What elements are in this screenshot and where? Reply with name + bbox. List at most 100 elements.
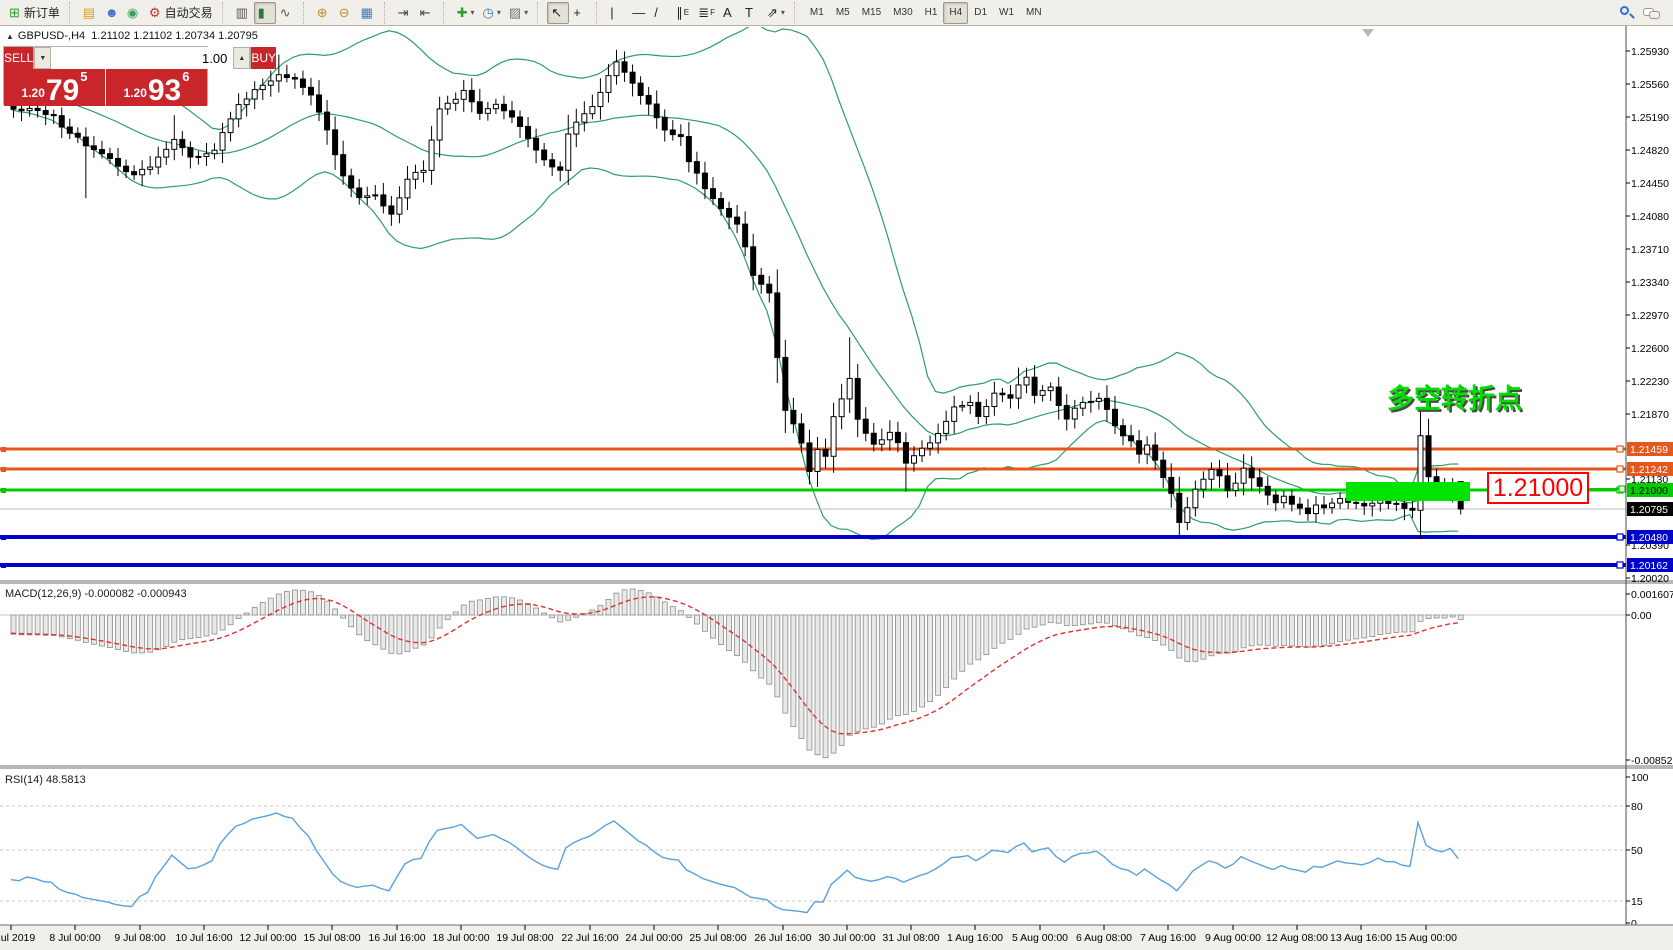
tile-windows-button[interactable]: ▦ xyxy=(357,2,379,24)
price-axis-label: 1.25930 xyxy=(1631,46,1669,58)
line-right-anchor[interactable] xyxy=(1617,534,1623,540)
buy-button[interactable]: BUY xyxy=(251,47,276,69)
volume-decrease-button[interactable]: ▼ xyxy=(34,47,51,69)
equidistant-channel-button[interactable]: ∥E xyxy=(672,2,694,24)
chart-shift-button[interactable]: ⇤ xyxy=(416,2,438,24)
line-left-anchor[interactable] xyxy=(1,447,6,452)
candle-body xyxy=(1338,499,1343,504)
timeframe-w1-button[interactable]: W1 xyxy=(993,2,1020,24)
candle-body xyxy=(156,157,161,167)
volume-increase-button[interactable]: ▲ xyxy=(233,47,250,69)
community-chat-button[interactable] xyxy=(1639,2,1665,24)
dropdown-caret-icon[interactable]: ▾ xyxy=(497,8,501,17)
vertical-line-button[interactable]: | xyxy=(606,2,628,24)
signals-button[interactable]: ◉ xyxy=(123,2,145,24)
label-anchor[interactable] xyxy=(1619,486,1625,492)
auto-scroll-button[interactable]: ⇥ xyxy=(394,2,416,24)
timeframe-m15-button[interactable]: M15 xyxy=(856,2,887,24)
timeframe-mn-button[interactable]: MN xyxy=(1020,2,1048,24)
candle-body xyxy=(493,104,498,108)
sell-price-panel[interactable]: 1.20 79 5 xyxy=(4,69,105,106)
sell-button[interactable]: SELL xyxy=(4,47,33,69)
candle-body xyxy=(542,150,547,160)
icon-subscript: E xyxy=(684,8,689,17)
dropdown-caret-icon[interactable]: ▾ xyxy=(471,8,475,17)
timeframe-h4-button[interactable]: H4 xyxy=(943,2,968,24)
volume-input[interactable] xyxy=(51,47,233,69)
candle-body xyxy=(1330,503,1335,508)
candle-body xyxy=(606,76,611,93)
buy-price-panel[interactable]: 1.20 93 6 xyxy=(106,69,207,106)
macd-histogram-bar xyxy=(1169,615,1174,650)
line-right-anchor[interactable] xyxy=(1617,562,1623,568)
price-axis-label: 1.21870 xyxy=(1631,409,1669,421)
timeframe-m30-button[interactable]: M30 xyxy=(887,2,918,24)
trendline-button[interactable]: / xyxy=(650,2,672,24)
macd-histogram-bar xyxy=(1322,615,1327,645)
templates-button[interactable]: ▨▾ xyxy=(505,2,532,24)
annotation-text-object[interactable]: 多空转折点 xyxy=(1387,383,1522,414)
dropdown-caret-icon[interactable]: ▾ xyxy=(524,8,528,17)
text-label-button[interactable]: T xyxy=(741,2,763,24)
macd-histogram-bar xyxy=(445,615,450,619)
search-button[interactable] xyxy=(1615,2,1639,24)
candle-body xyxy=(654,104,659,118)
macd-histogram-bar xyxy=(1370,615,1375,637)
line-left-anchor[interactable] xyxy=(1,563,6,568)
cursor-button[interactable]: ↖ xyxy=(547,2,569,24)
line-left-anchor[interactable] xyxy=(1,488,6,493)
horizontal-line-button[interactable]: — xyxy=(628,2,650,24)
candle-body xyxy=(75,133,80,137)
collapse-triangle-icon[interactable]: ▲ xyxy=(6,32,14,41)
macd-histogram-bar xyxy=(598,605,603,615)
current-price-badge-text: 1.20795 xyxy=(1630,504,1668,516)
periods-button[interactable]: ◷▾ xyxy=(479,2,505,24)
candle-body xyxy=(1265,486,1270,495)
line-right-anchor[interactable] xyxy=(1617,466,1623,472)
market-watch-button[interactable]: ▤ xyxy=(79,2,101,24)
macd-histogram-bar xyxy=(534,608,539,615)
zoom-out-button[interactable]: ⊖ xyxy=(335,2,357,24)
sell-price-prefix: 1.20 xyxy=(22,86,45,100)
candle-body xyxy=(268,81,273,85)
timeframe-m1-button[interactable]: M1 xyxy=(804,2,830,24)
macd-histogram-bar xyxy=(1096,615,1101,623)
candle-body xyxy=(1225,476,1230,491)
candle-body xyxy=(260,85,265,89)
candle-body xyxy=(895,432,900,442)
bar-chart-button[interactable]: ▥ xyxy=(232,2,254,24)
price-axis-label: 1.24450 xyxy=(1631,178,1669,190)
time-axis-label: 7 Aug 16:00 xyxy=(1140,932,1196,944)
fibonacci-button[interactable]: ≣F xyxy=(694,2,719,24)
candlestick-chart-button[interactable]: ▮ xyxy=(254,2,276,24)
line-right-anchor[interactable] xyxy=(1617,446,1623,452)
line-left-anchor[interactable] xyxy=(1,467,6,472)
line-chart-button[interactable]: ∿ xyxy=(276,2,298,24)
arrows-button[interactable]: ⇗▾ xyxy=(763,2,789,24)
candle-body xyxy=(686,137,691,162)
crosshair-button[interactable]: + xyxy=(569,2,591,24)
macd-histogram-bar xyxy=(630,589,635,615)
zoom-in-button[interactable]: ⊕ xyxy=(313,2,335,24)
line-left-anchor[interactable] xyxy=(1,535,6,540)
timeframe-h1-button[interactable]: H1 xyxy=(919,2,944,24)
macd-histogram-bar xyxy=(389,615,394,653)
text-button[interactable]: A xyxy=(719,2,741,24)
navigator-button[interactable]: ☻ xyxy=(101,2,123,24)
candle-body xyxy=(1169,477,1174,493)
toolbar-separator xyxy=(443,2,448,24)
timeframe-m5-button[interactable]: M5 xyxy=(830,2,856,24)
chart-canvas[interactable]: 多空转折点多空转折点1.210001.259301.255601.251901.… xyxy=(0,0,1673,950)
new-order-button[interactable]: ⊞新订单 xyxy=(5,2,64,24)
timeframe-d1-button[interactable]: D1 xyxy=(968,2,993,24)
indicators-button[interactable]: ✚▾ xyxy=(453,2,479,24)
autotrading-button[interactable]: ⚙自动交易 xyxy=(145,2,217,24)
macd-histogram-bar xyxy=(863,615,868,729)
candle-body xyxy=(807,443,812,471)
macd-histogram-bar xyxy=(1080,615,1085,625)
highlight-rectangle-object[interactable] xyxy=(1346,482,1470,501)
price-axis-label: 1.24820 xyxy=(1631,145,1669,157)
macd-histogram-bar xyxy=(1418,615,1423,621)
dropdown-caret-icon[interactable]: ▾ xyxy=(781,8,785,17)
macd-histogram-bar xyxy=(903,615,908,714)
